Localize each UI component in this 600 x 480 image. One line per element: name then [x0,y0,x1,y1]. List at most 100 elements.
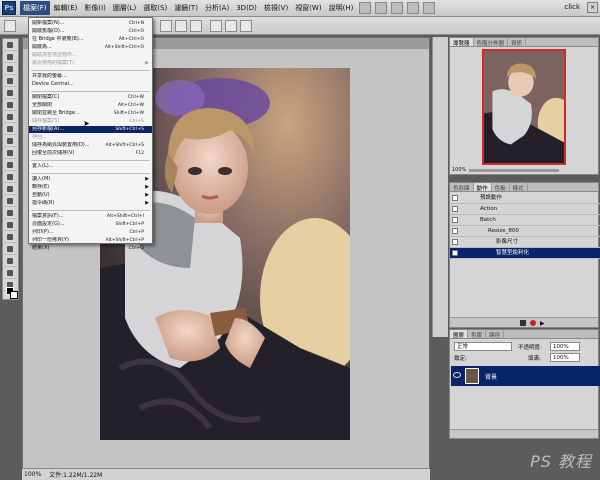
file-menu-item[interactable]: 關閉並跳至 Bridge... Shift+Ctrl+W [29,110,152,117]
file-menu-item[interactable]: 儲存為網頁與裝置用(D)... Alt+Shift+Ctrl+S [29,142,152,149]
zoom-level-readout[interactable]: 100% [24,471,41,478]
play-icon[interactable]: ▶ [540,320,545,327]
layer-row-background[interactable]: 背景 [451,366,600,386]
menu-view[interactable]: 檢視(V) [261,1,291,15]
dodge-tool-icon[interactable] [4,196,17,207]
file-menu-item[interactable]: 結束(X) Ctrl+Q [29,245,152,252]
brush-tool-icon[interactable] [4,124,17,135]
zoom-slider[interactable] [469,168,560,172]
menu-edit[interactable]: 編輯(E) [51,1,81,15]
menu-layer[interactable]: 圖層(L) [110,1,139,15]
menu-filter[interactable]: 濾鏡(T) [171,1,201,15]
opacity-field[interactable]: 100% [550,342,580,351]
zoom-tool-icon[interactable] [423,2,436,14]
blend-mode-select[interactable]: 正常 [454,342,512,351]
crop-tool-icon[interactable] [4,88,17,99]
tab-styles[interactable]: 樣式 [510,183,528,192]
menu-image[interactable]: 影像(I) [81,1,109,15]
quick-selection-tool-icon[interactable] [4,76,17,87]
bridge-icon[interactable] [359,2,372,14]
eraser-tool-icon[interactable] [4,160,17,171]
action-checkbox[interactable] [452,228,458,234]
file-menu-item[interactable]: 共享我的螢幕... [29,73,152,80]
shape-tool-icon[interactable] [4,244,17,255]
menu-analysis[interactable]: 分析(A) [202,1,232,15]
gradient-tool-icon[interactable] [4,172,17,183]
blur-tool-icon[interactable] [4,184,17,195]
action-row[interactable]: Resize_800 [450,226,600,237]
tab-actions[interactable]: 動作 [473,183,492,192]
file-menu-item[interactable]: 轉存(E) ▶ [29,184,152,191]
action-checkbox[interactable] [452,217,458,223]
action-row[interactable]: Batch [450,215,600,226]
file-menu-item[interactable]: 回復至前次儲存(V) F12 [29,150,152,157]
align-right-icon[interactable] [240,20,252,32]
workspace-label[interactable]: click [564,3,580,11]
tab-swatches[interactable]: 色板 [492,183,510,192]
pen-tool-icon[interactable] [4,208,17,219]
stop-icon[interactable] [520,320,526,326]
eyedropper-tool-icon[interactable] [4,100,17,111]
tab-color-library[interactable]: 色彩庫 [450,183,474,192]
clone-stamp-tool-icon[interactable] [4,136,17,147]
action-checkbox[interactable] [452,206,458,212]
tab-channels[interactable]: 色版 [468,330,487,339]
align-top-icon[interactable] [160,20,172,32]
menu-3d[interactable]: 3D(D) [233,2,260,14]
move-tool-preset-icon[interactable] [4,20,16,32]
action-checkbox[interactable] [452,250,458,256]
align-bottom-icon[interactable] [190,20,202,32]
file-menu-item[interactable]: 另存新檔(A)... Shift+Ctrl+S [29,126,152,133]
file-menu-item[interactable]: 開新檔案(N)... Ctrl+N [29,20,152,27]
action-row-selected[interactable]: 智慧型銳利化 [450,248,600,259]
background-color-swatch[interactable] [10,291,18,299]
menu-file[interactable]: 檔案(F) [20,1,50,15]
file-menu-item[interactable]: 列印(P)... Ctrl+P [29,229,152,236]
file-menu-item[interactable]: 開啟舊檔(O)... Ctrl+O [29,28,152,35]
file-menu-item[interactable]: 在 Bridge 中瀏覽(B)... Alt+Ctrl+O [29,36,152,43]
action-checkbox[interactable] [452,239,458,245]
mini-bridge-icon[interactable] [375,2,388,14]
action-checkbox[interactable] [452,195,458,201]
path-selection-tool-icon[interactable] [4,232,17,243]
menu-select[interactable]: 選取(S) [140,1,170,15]
file-menu-item[interactable]: 最近使用的檔案(T) ▶ [29,60,152,67]
file-menu-item[interactable]: 檔案資訊(F)... Alt+Shift+Ctrl+I [29,213,152,220]
layer-name[interactable]: 背景 [485,372,497,381]
close-icon[interactable]: × [587,2,598,13]
file-menu-item[interactable]: 全部關閉 Alt+Ctrl+W [29,102,152,109]
file-menu-item[interactable]: 開啟為智慧型物件... [29,52,152,59]
tab-layers[interactable]: 圖層 [450,330,469,339]
file-menu-item[interactable]: 置入(L)... [29,163,152,170]
menu-window[interactable]: 視窗(W) [292,1,324,15]
zoom-level-icon[interactable] [391,2,404,14]
file-menu-item[interactable]: 列印一份拷貝(Y) Alt+Shift+Ctrl+P [29,237,152,244]
file-menu-item[interactable]: 讀入(M) ▶ [29,176,152,183]
hand-tool-icon[interactable] [4,268,17,279]
align-middle-icon[interactable] [175,20,187,32]
file-menu-item[interactable]: 關閉檔案(C) Ctrl+W [29,94,152,101]
move-tool-icon[interactable] [4,40,17,51]
action-row[interactable]: 預設動作 [450,193,600,204]
type-tool-icon[interactable] [4,220,17,231]
record-icon[interactable] [530,320,536,326]
file-menu-item[interactable]: Device Central... [29,81,152,88]
3d-rotate-tool-icon[interactable] [4,256,17,267]
menu-help[interactable]: 說明(H) [326,1,357,15]
file-menu-item[interactable]: 指令碼(R) ▶ [29,200,152,207]
marquee-tool-icon[interactable] [4,52,17,63]
tab-info[interactable]: 資訊 [508,38,527,47]
tab-paths[interactable]: 路徑 [486,330,505,339]
hand-tool-icon[interactable] [407,2,420,14]
file-menu-item[interactable]: 頁面設定(G)... Shift+Ctrl+P [29,221,152,228]
navigator-zoom-value[interactable]: 100% [452,167,466,173]
align-center-icon[interactable] [225,20,237,32]
file-menu-item[interactable]: 儲存檔案(S) Ctrl+S [29,118,152,125]
fill-field[interactable]: 100% [550,353,580,362]
history-brush-tool-icon[interactable] [4,148,17,159]
action-row[interactable]: 影像尺寸 [450,237,600,248]
action-row[interactable]: Action [450,204,600,215]
align-left-icon[interactable] [210,20,222,32]
navigator-thumbnail[interactable] [482,49,566,165]
healing-brush-tool-icon[interactable] [4,112,17,123]
